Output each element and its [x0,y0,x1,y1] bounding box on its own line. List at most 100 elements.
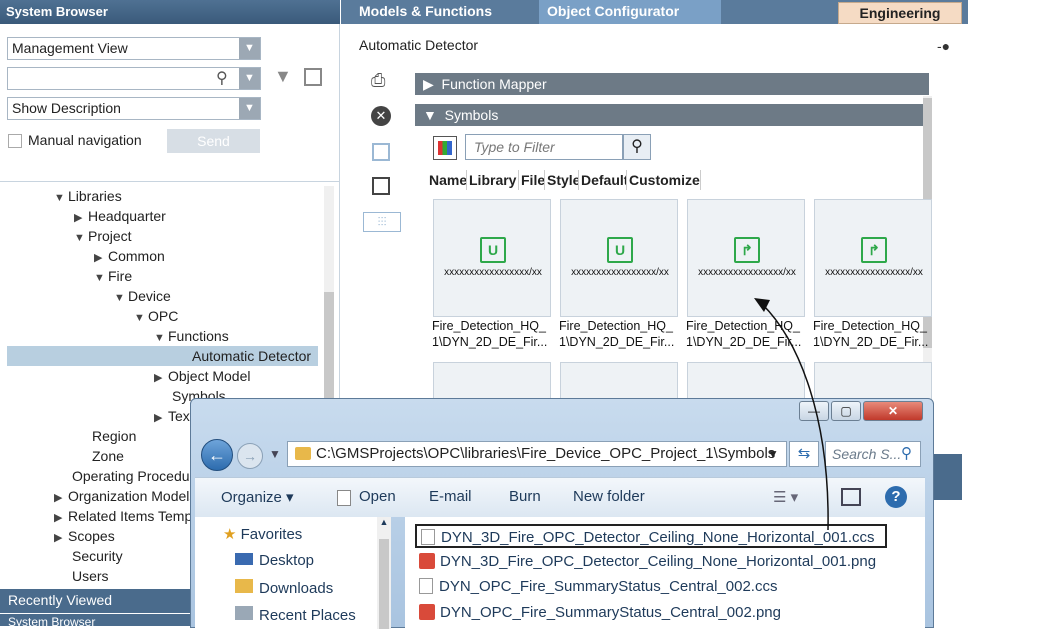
symbol-card-name: Fire_Detection_HQ_ 1\DYN_2D_DE_Fir... [559,319,675,349]
nav-item-downloads[interactable]: Downloads [235,579,333,597]
tree-node[interactable]: Zone [92,446,124,466]
symbol-card[interactable]: ↱ xxxxxxxxxxxxxxxxx/xx [814,199,932,317]
refresh-icon[interactable]: ⇆ [789,441,819,467]
delete-icon[interactable]: ✕ [371,106,391,126]
nav-item-desktop[interactable]: Desktop [235,552,314,569]
tree-node[interactable]: ▼ Functions [154,326,229,346]
burn-button[interactable]: Burn [509,488,541,505]
nav-item-recent-places[interactable]: Recent Places [235,606,356,624]
tab-models-functions[interactable]: Models & Functions [351,0,500,24]
view-select[interactable]: Management View [7,37,261,60]
view-dropdown-icon[interactable]: ▼ [239,38,260,59]
tree-node[interactable]: Security [72,546,123,566]
tree-node[interactable]: Region [92,426,136,446]
star-icon: ★ [223,526,237,543]
back-icon[interactable]: ← [201,439,233,471]
search-icon[interactable]: ⚲ [901,444,912,462]
function-mapper-label: Function Mapper [441,76,547,92]
tree-node[interactable]: Users [72,566,109,586]
column-header[interactable]: File [521,170,545,190]
models-functions-panel: Models & Functions Object Configurator E… [341,0,968,440]
save-icon[interactable] [372,143,390,161]
tree-node[interactable]: Operating Procedures [72,466,209,486]
column-header[interactable]: Style [547,170,579,190]
view-toggle-icon[interactable] [433,136,457,160]
side-panel-strip [932,454,962,500]
detector-symbol-icon: U [607,237,633,263]
email-button[interactable]: E-mail [429,488,472,505]
filter-input[interactable]: Type to Filter [465,134,623,160]
engineering-badge[interactable]: Engineering [838,2,962,24]
symbol-card[interactable]: ↱ xxxxxxxxxxxxxxxxx/xx [687,199,805,317]
symbol-card-name: Fire_Detection_HQ_ 1\DYN_2D_DE_Fir... [686,319,802,349]
save-as-icon[interactable] [372,177,390,195]
column-header[interactable]: Library [469,170,519,190]
column-header[interactable]: Customize [629,170,701,190]
document-icon[interactable]: ⎙ [371,70,385,91]
column-header[interactable]: Default [581,170,627,190]
search-dropdown-icon[interactable]: ▼ [239,68,260,89]
forward-icon[interactable]: → [237,443,263,469]
file-icon [419,578,433,594]
address-dropdown-icon[interactable]: ▼ [767,447,779,461]
help-icon[interactable]: ? [885,486,907,508]
new-folder-button[interactable]: New folder [573,488,645,505]
tree-node[interactable]: ▶ Scopes [54,526,115,546]
tree-node[interactable]: ▼ Device [114,286,171,306]
tree-node[interactable]: ▶ Headquarter [74,206,166,226]
tree-node[interactable]: ▼ Libraries [54,186,122,206]
open-file-icon [337,490,351,506]
symbol-card[interactable] [687,362,805,402]
send-button[interactable]: Send [167,129,260,153]
preview-pane-icon[interactable] [841,488,861,506]
object-title: Automatic Detector [359,37,479,53]
downloads-icon [235,579,253,593]
file-row-selected[interactable]: DYN_3D_Fire_OPC_Detector_Ceiling_None_Ho… [415,524,887,548]
open-button[interactable]: Open [359,488,396,505]
tree-node[interactable]: ▶ Organization Models [54,486,196,506]
file-row[interactable]: DYN_3D_Fire_OPC_Detector_Ceiling_None_Ho… [419,550,876,574]
tab-object-configurator[interactable]: Object Configurator [539,0,721,24]
search-icon[interactable]: ⚲ [216,68,228,88]
save-icon[interactable] [304,68,322,86]
nav-scrollbar[interactable]: ▲ [377,517,391,629]
divider [0,181,340,182]
maximize-icon[interactable]: ▢ [831,401,861,421]
manual-navigation-checkbox[interactable] [8,134,22,148]
symbol-card[interactable] [560,362,678,402]
minimize-icon[interactable]: — [799,401,829,421]
image-file-icon [419,604,435,620]
filter-search-icon[interactable]: ⚲ [623,134,651,160]
description-dropdown-icon[interactable]: ▼ [239,98,260,119]
close-icon[interactable]: ✕ [863,401,923,421]
file-row[interactable]: DYN_OPC_Fire_SummaryStatus_Central_002.c… [419,575,777,599]
file-list: DYN_3D_Fire_OPC_Detector_Ceiling_None_Ho… [405,517,925,629]
sliders-icon[interactable]: ⫶⫶⫶ [363,212,401,232]
image-file-icon [419,553,435,569]
address-bar[interactable]: C:\GMSProjects\OPC\libraries\Fire_Device… [287,441,787,467]
symbol-card[interactable]: Uxxxxxxxxxxxxxxxxx/xx [560,199,678,317]
tree-node[interactable]: ▼ Project [74,226,132,246]
description-select[interactable]: Show Description [7,97,261,120]
nav-item-favorites[interactable]: ★ Favorites [223,525,302,543]
symbol-card[interactable] [433,362,551,402]
pin-icon[interactable]: -● [937,38,950,54]
symbol-card[interactable]: Uxxxxxxxxxxxxxxxxx/xx [433,199,551,317]
tree-node[interactable]: ▼ OPC [134,306,178,326]
detector-symbol-icon: ↱ [734,237,760,263]
symbols-label: Symbols [444,107,499,123]
symbols-header[interactable]: ▼ Symbols [415,104,929,126]
tree-node-selected[interactable]: Automatic Detector [7,346,318,366]
organize-button[interactable]: Organize ▾ [221,488,294,506]
tree-node[interactable]: ▶ Object Model [154,366,250,386]
view-options-icon[interactable]: ☰ ▾ [773,488,798,506]
symbol-card[interactable] [814,362,932,402]
tree-node[interactable]: ▶ Common [94,246,165,266]
tree-node[interactable]: ▼ Fire [94,266,132,286]
history-dropdown-icon[interactable]: ▼ [269,447,281,461]
column-header[interactable]: Name [429,170,467,190]
filter-icon[interactable]: ▼ [274,66,292,87]
function-mapper-header[interactable]: ▶ Function Mapper [415,73,929,95]
file-row[interactable]: DYN_OPC_Fire_SummaryStatus_Central_002.p… [419,601,781,625]
command-bar: Organize ▾ Open E-mail Burn New folder ☰… [195,477,925,517]
